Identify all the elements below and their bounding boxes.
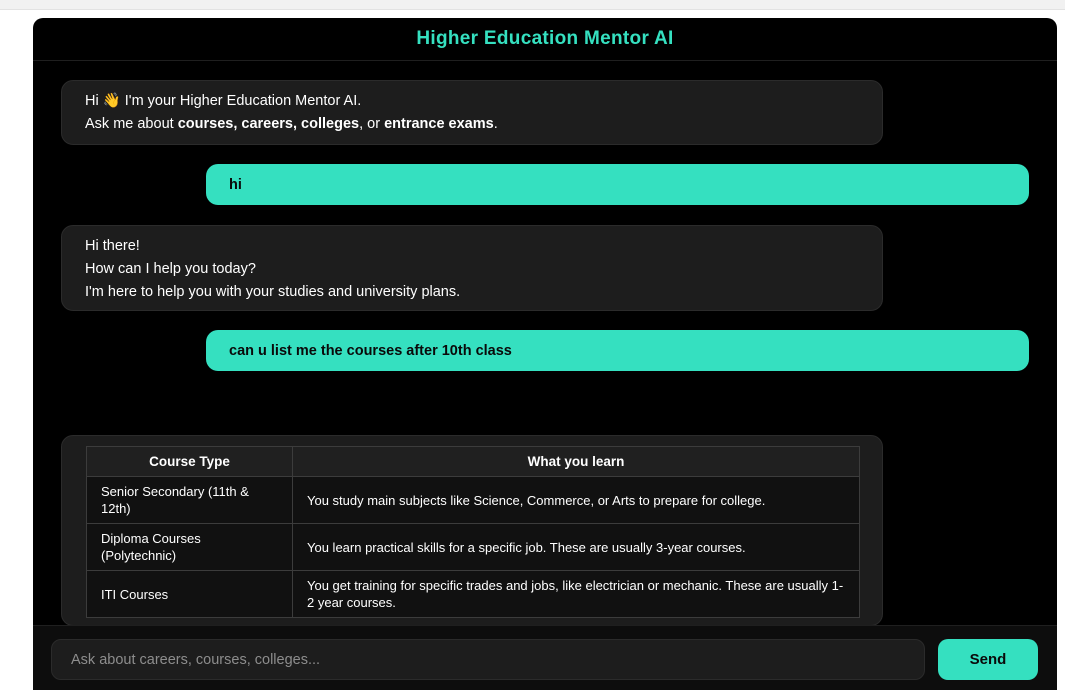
welcome-ask-prefix: Ask me about [85,116,174,132]
welcome-intro: I'm your Higher Education Mentor AI. [124,93,362,109]
welcome-line-1: Hi 👋 I'm your Higher Education Mentor AI… [85,90,859,113]
welcome-topic-exams: entrance exams [384,116,494,132]
table-cell-course-type: Diploma Courses (Polytechnic) [86,523,293,571]
table-row: Diploma Courses (Polytechnic) You learn … [86,523,860,571]
app-title: Higher Education Mentor AI [416,28,674,49]
welcome-or: , or [359,116,381,132]
chat-app: Higher Education Mentor AI Hi 👋 I'm your… [33,18,1057,690]
user-message-2: can u list me the courses after 10th cla… [206,330,1029,371]
bot-message-reply-1: Hi there! How can I help you today? I'm … [61,225,883,311]
reply-line-1: Hi there! [85,238,140,254]
user-message-text: can u list me the courses after 10th cla… [229,342,512,359]
reply-line-3: I'm here to help you with your studies a… [85,284,461,300]
message-input[interactable] [51,639,925,680]
waving-hand-icon: 👋 [102,93,121,109]
send-button[interactable]: Send [938,639,1038,680]
table-cell-description: You get training for specific trades and… [292,570,860,618]
table-cell-course-type: ITI Courses [86,570,293,618]
table-cell-course-type: Senior Secondary (11th & 12th) [86,476,293,524]
table-header-row: Course Type What you learn [86,446,860,477]
welcome-topic-courses: courses, careers, colleges [177,116,360,132]
welcome-period: . [493,116,498,132]
welcome-greeting: Hi [85,93,99,109]
chat-area: Hi 👋 I'm your Higher Education Mentor AI… [33,61,1057,626]
courses-table: Course Type What you learn Senior Second… [86,446,860,618]
bot-message-courses-table: Course Type What you learn Senior Second… [61,435,883,626]
user-message-text: hi [229,176,242,193]
user-message-1: hi [206,164,1029,205]
table-row: ITI Courses You get training for specifi… [86,570,860,618]
table-row: Senior Secondary (11th & 12th) You study… [86,476,860,524]
welcome-line-2: Ask me about courses, careers, colleges,… [85,113,859,136]
table-cell-description: You learn practical skills for a specifi… [292,523,860,571]
table-cell-description: You study main subjects like Science, Co… [292,476,860,524]
column-header-course-type: Course Type [86,446,293,477]
composer-bar: Send [33,625,1057,690]
app-header: Higher Education Mentor AI [33,18,1057,61]
bot-message-welcome: Hi 👋 I'm your Higher Education Mentor AI… [61,80,883,145]
reply-line-2: How can I help you today? [85,261,256,277]
column-header-what-you-learn: What you learn [292,446,860,477]
browser-top-strip [0,0,1065,10]
